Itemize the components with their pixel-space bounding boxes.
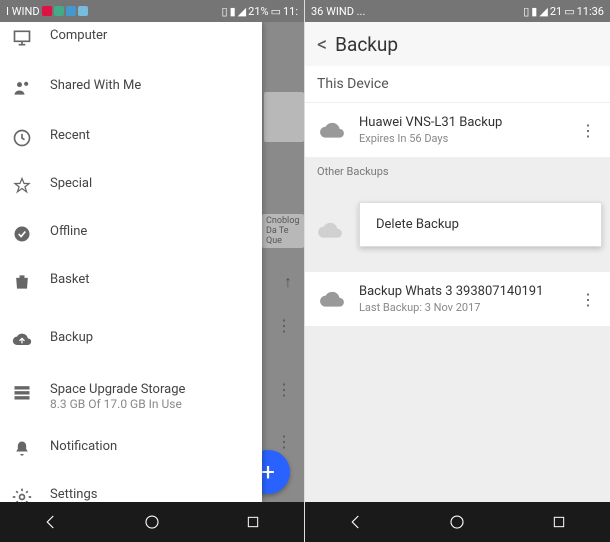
other-backup-row[interactable]: Backup Whats 3 393807140191 Last Backup:… <box>305 272 610 326</box>
storage-sub: 8.3 GB Of 17.0 GB In Use <box>50 397 250 411</box>
bg-upload-icon: ↑ <box>284 272 292 292</box>
drawer-label: Shared With Me <box>50 78 250 93</box>
device-backup-row[interactable]: Huawei VNS-L31 Backup Expires In 56 Days… <box>305 103 610 157</box>
nav-recent[interactable] <box>548 511 570 533</box>
wifi-icon: ◢ <box>238 5 246 18</box>
cloud-icon <box>317 120 347 140</box>
left-content: ® Kir ® Gu 2 Cnoblog Da Te Que ↑ ⋮ ⋮ ⋮ +… <box>0 22 304 502</box>
status-app-icons <box>42 6 88 16</box>
bg-card-doc <box>264 92 304 142</box>
drawer-label: Basket <box>50 272 250 287</box>
monitor-icon <box>12 28 50 48</box>
star-icon <box>12 176 50 196</box>
delete-backup-menu-item[interactable]: Delete Backup <box>359 202 602 247</box>
trash-icon <box>12 272 50 292</box>
nav-home[interactable] <box>141 511 163 533</box>
section-other-backups: Other Backups <box>305 157 610 186</box>
popup-area: Delete Backup <box>305 186 610 272</box>
cloud-upload-icon <box>12 330 50 350</box>
drawer-item-notification[interactable]: Notification <box>0 421 262 473</box>
signal-icon: ▮ <box>230 5 236 18</box>
backup-title: Backup Whats 3 393807140191 <box>359 284 560 299</box>
vibrate-icon: ▯ <box>523 5 529 18</box>
drawer-item-settings[interactable]: Settings <box>0 473 262 502</box>
cloud-icon <box>317 220 343 244</box>
cloud-icon <box>317 289 347 309</box>
section-this-device: This Device <box>305 66 610 103</box>
wifi-icon: ◢ <box>539 5 547 18</box>
bg-strip: Cnoblog Da Te Que ↑ ⋮ ⋮ ⋮ + <box>262 22 304 502</box>
backup-sub: Last Backup: 3 Nov 2017 <box>359 301 560 314</box>
nav-recent[interactable] <box>242 511 264 533</box>
drawer-item-storage[interactable]: Space Upgrade Storage 8.3 GB Of 17.0 GB … <box>0 364 262 421</box>
more-button[interactable]: ⋮ <box>572 290 604 309</box>
time-label: 11:36 <box>577 5 604 18</box>
more-button[interactable]: ⋮ <box>572 121 604 140</box>
people-icon <box>12 78 50 98</box>
drawer-item-offline[interactable]: Offline <box>0 210 262 258</box>
drawer-item-backup[interactable]: Backup <box>0 306 262 364</box>
drawer-item-shared[interactable]: Shared With Me <box>0 62 262 112</box>
bg-more-1[interactable]: ⋮ <box>276 316 292 335</box>
backup-title: Huawei VNS-L31 Backup <box>359 115 560 130</box>
right-content: < Backup This Device Huawei VNS-L31 Back… <box>305 22 610 502</box>
backup-sub: Expires In 56 Days <box>359 132 560 145</box>
drawer-label: Computer <box>50 28 250 43</box>
gear-icon <box>12 487 50 502</box>
battery-label: 21 <box>550 5 562 18</box>
phone-left: I WIND ▯ ▮ ◢ 21% ▭ 11: ® Kir ® Gu 2 Cnob… <box>0 0 305 542</box>
battery-icon: ▭ <box>564 5 574 18</box>
clock-icon <box>12 128 50 148</box>
nav-drawer: Computer Shared With Me Recent Special <box>0 22 262 502</box>
storage-icon <box>12 382 50 402</box>
nav-bar-left <box>0 502 304 542</box>
drawer-label: Backup <box>50 330 250 345</box>
drawer-label: Notification <box>50 439 250 454</box>
battery-icon: ▭ <box>271 5 281 18</box>
bg-more-3[interactable]: ⋮ <box>276 432 292 451</box>
fab-add[interactable]: + <box>262 450 290 494</box>
popup-label: Delete Backup <box>376 217 459 232</box>
vibrate-icon: ▯ <box>222 5 228 18</box>
nav-bar-right <box>305 502 610 542</box>
carrier-label: 36 WIND ... <box>311 5 365 18</box>
drawer-item-basket[interactable]: Basket <box>0 258 262 306</box>
page-header: < Backup <box>305 22 610 66</box>
drawer-label: Settings <box>50 487 250 502</box>
nav-home[interactable] <box>446 511 468 533</box>
bell-icon <box>12 439 50 459</box>
time-label: 11: <box>283 5 298 18</box>
check-circle-icon <box>12 224 50 244</box>
nav-back[interactable] <box>40 511 62 533</box>
bg-more-2[interactable]: ⋮ <box>276 380 292 399</box>
bg-card-cnoblog: Cnoblog Da Te Que <box>262 214 304 248</box>
drawer-item-computer[interactable]: Computer <box>0 22 262 62</box>
drawer-item-recent[interactable]: Recent <box>0 112 262 162</box>
empty-area <box>305 326 610 502</box>
drawer-label: Recent <box>50 128 250 143</box>
status-bar-right: 36 WIND ... ▯ ▮ ◢ 21 ▭ 11:36 <box>305 0 610 22</box>
drawer-label: Offline <box>50 224 250 239</box>
signal-icon: ▮ <box>531 5 537 18</box>
status-bar-left: I WIND ▯ ▮ ◢ 21% ▭ 11: <box>0 0 304 22</box>
drawer-label: Space Upgrade Storage <box>50 382 250 397</box>
back-button[interactable]: < <box>317 32 327 56</box>
drawer-label: Special <box>50 176 250 191</box>
nav-back[interactable] <box>345 511 367 533</box>
phone-right: 36 WIND ... ▯ ▮ ◢ 21 ▭ 11:36 < Backup Th… <box>305 0 610 542</box>
drawer-item-special[interactable]: Special <box>0 162 262 210</box>
page-title: Backup <box>335 33 398 56</box>
battery-label: 21% <box>248 5 268 18</box>
carrier-label: I WIND <box>6 5 40 18</box>
